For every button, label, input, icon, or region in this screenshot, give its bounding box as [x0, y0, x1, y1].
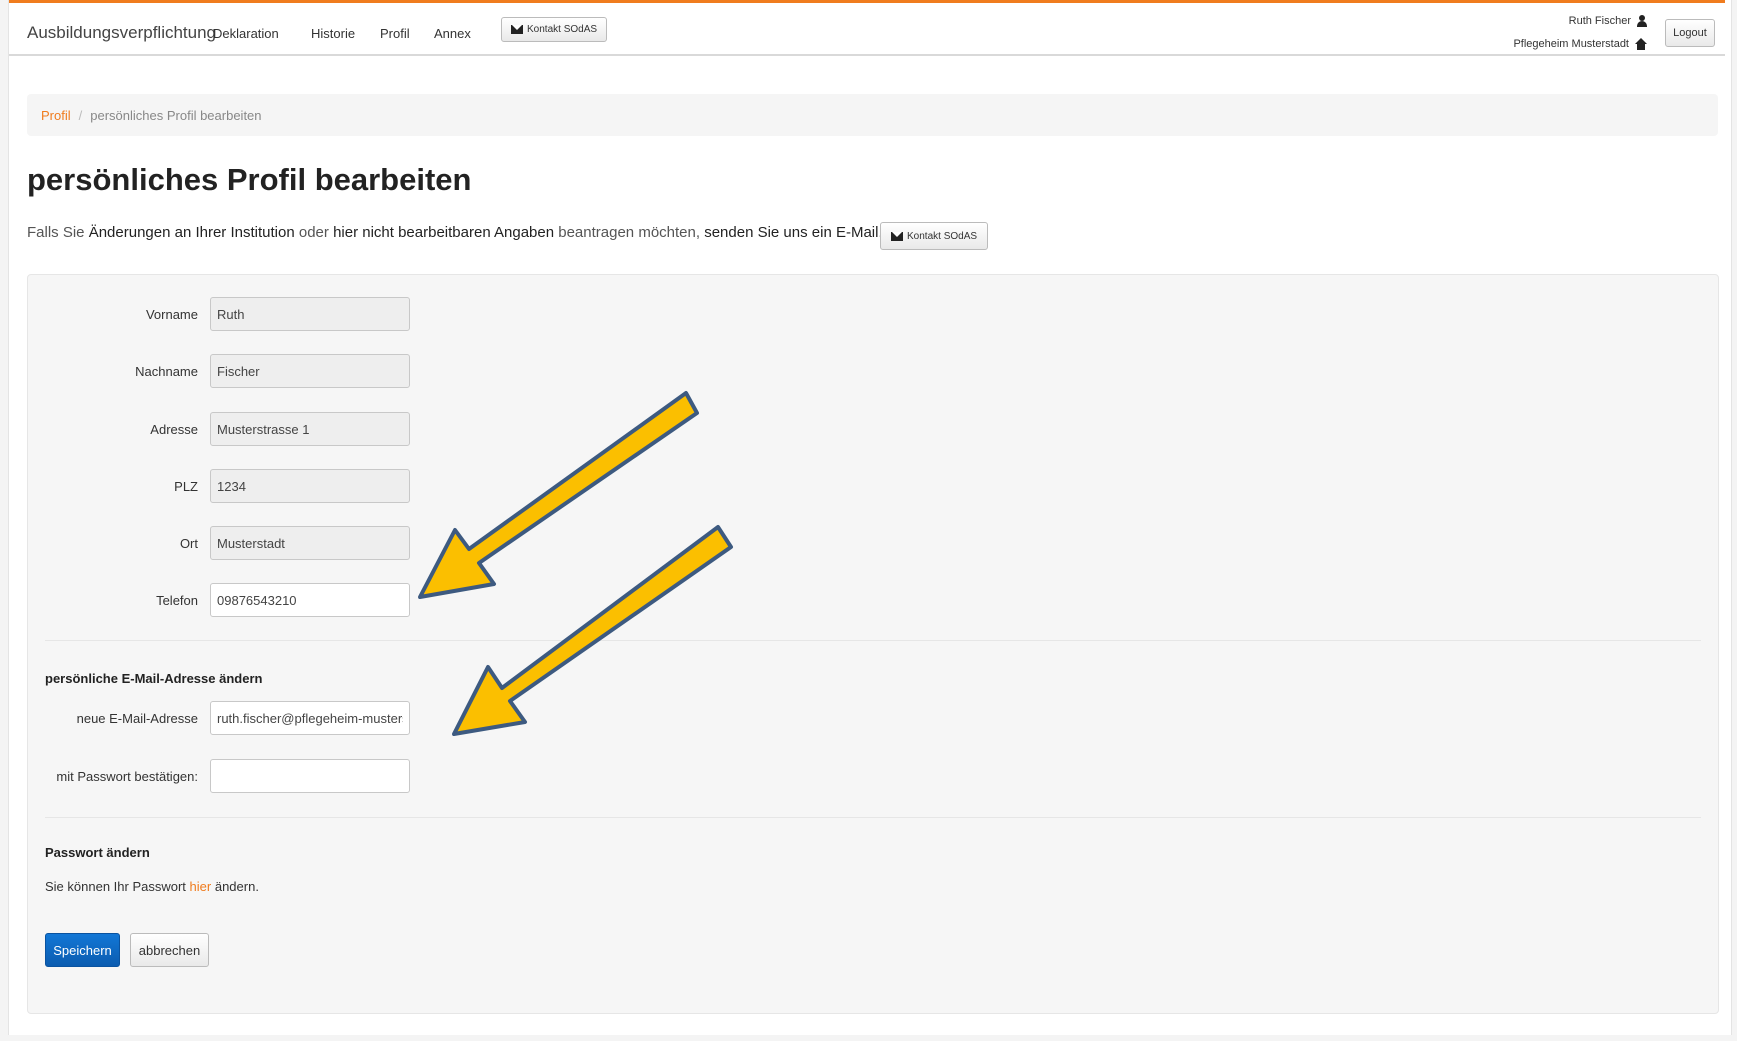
window-right-edge [1731, 0, 1737, 1041]
password-change-link[interactable]: hier [190, 879, 212, 894]
password-section-title: Passwort ändern [45, 845, 150, 860]
intro-part: hier nicht bearbeitbaren Angaben [333, 224, 555, 241]
home-icon [1635, 38, 1647, 50]
telefon-field[interactable] [210, 583, 410, 617]
intro-part: beantragen möchten, [558, 224, 701, 241]
window-bottom-edge [0, 1035, 1737, 1041]
nav-item-historie[interactable]: Historie [311, 26, 355, 41]
contact-button-label: Kontakt SOdAS [527, 24, 598, 35]
vorname-label: Vorname [145, 307, 198, 322]
user-name: Ruth Fischer [1568, 15, 1631, 27]
email-section-title: persönliche E-Mail-Adresse ändern [45, 671, 263, 686]
nav-item-annex[interactable]: Annex [434, 26, 471, 41]
email-field[interactable] [210, 701, 410, 735]
password-text-before: Sie können Ihr Passwort [45, 879, 186, 894]
intro-part: oder [298, 224, 329, 241]
logout-button[interactable]: Logout [1665, 19, 1715, 47]
user-info: Ruth Fischer [1569, 15, 1647, 27]
top-navbar: Ausbildungsverpflichtung Deklaration His… [9, 0, 1725, 56]
contact-button-label: Kontakt SOdAS [907, 230, 978, 242]
ort-field[interactable] [210, 526, 410, 560]
institution-name: Pflegeheim Musterstadt [1513, 38, 1629, 50]
contact-button[interactable]: Kontakt SOdAS [501, 17, 608, 42]
password-confirm-field[interactable] [210, 759, 410, 793]
password-change-text: Sie können Ihr Passwort hier ändern. [45, 879, 259, 894]
save-button[interactable]: Speichern [45, 933, 120, 967]
telefon-label: Telefon [156, 593, 198, 608]
nachname-field[interactable] [210, 354, 410, 388]
vorname-field[interactable] [210, 297, 410, 331]
nav-item-deklaration[interactable]: Deklaration [213, 26, 279, 41]
profile-form-panel: Vorname Nachname Adresse PLZ Ort Telefon… [27, 274, 1719, 1014]
adresse-label: Adresse [150, 422, 198, 437]
ort-label: Ort [179, 536, 198, 551]
intro-part: Falls Sie [27, 224, 85, 241]
cancel-button[interactable]: abbrechen [130, 933, 209, 967]
section-divider [45, 817, 1701, 818]
email-label: neue E-Mail-Adresse [76, 711, 198, 726]
breadcrumb-profil-link[interactable]: Profil [41, 108, 71, 123]
user-icon [1637, 15, 1647, 27]
password-confirm-label: mit Passwort bestätigen: [56, 769, 198, 784]
plz-field[interactable] [210, 469, 410, 503]
institution-info: Pflegeheim Musterstadt [1513, 38, 1647, 50]
adresse-field[interactable] [210, 412, 410, 446]
breadcrumb-current: persönliches Profil bearbeiten [90, 107, 262, 123]
app-brand[interactable]: Ausbildungsverpflichtung [27, 23, 216, 43]
intro-text: Falls Sie Änderungen an Ihrer Institutio… [27, 224, 883, 241]
breadcrumb-separator: / [78, 107, 83, 123]
nachname-label: Nachname [135, 364, 198, 379]
password-text-after: ändern. [214, 879, 259, 894]
intro-contact-button[interactable]: Kontakt SOdAS [880, 222, 989, 250]
envelope-icon [511, 25, 523, 34]
breadcrumb: Profil / persönliches Profil bearbeiten [27, 94, 1718, 136]
section-divider [45, 640, 1701, 641]
window-left-edge [0, 0, 9, 1041]
plz-label: PLZ [174, 479, 198, 494]
envelope-icon [891, 231, 903, 241]
intro-part: Änderungen an Ihrer Institution [88, 224, 295, 241]
nav-item-profil[interactable]: Profil [380, 26, 410, 41]
page-title: persönliches Profil bearbeiten [27, 162, 472, 197]
intro-part: senden Sie uns ein E-Mail. [704, 224, 883, 241]
